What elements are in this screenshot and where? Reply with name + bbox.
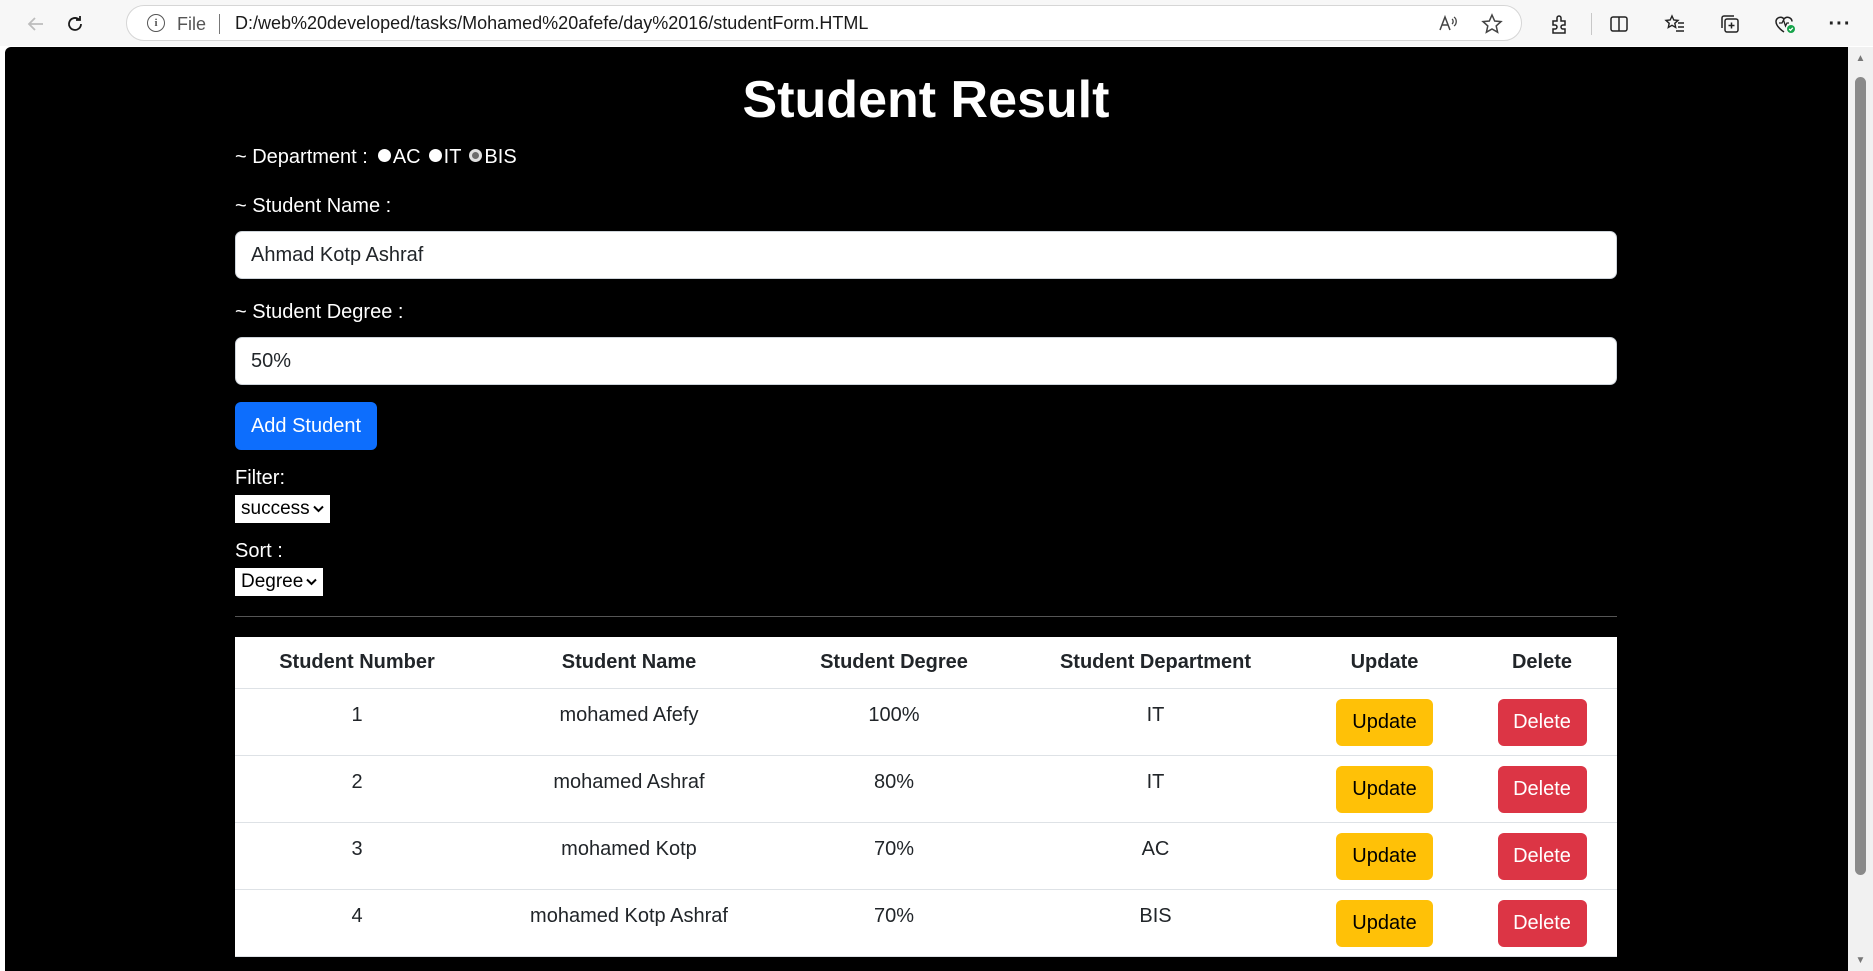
section-divider — [235, 616, 1617, 617]
update-button[interactable]: Update — [1336, 833, 1433, 880]
favorites-icon[interactable] — [1658, 7, 1692, 41]
delete-button[interactable]: Delete — [1497, 900, 1587, 947]
cell-department: AC — [1009, 822, 1302, 890]
cell-number: 2 — [235, 755, 479, 823]
star-icon[interactable] — [1479, 11, 1505, 37]
table-header-row: Student Number Student Name Student Degr… — [235, 637, 1617, 689]
scrollbar-thumb[interactable] — [1855, 77, 1866, 875]
radio-ac[interactable] — [377, 148, 391, 162]
cell-number: 4 — [235, 889, 479, 957]
cell-delete: Delete — [1467, 688, 1617, 756]
header-student-number: Student Number — [235, 637, 479, 689]
cell-department: IT — [1009, 688, 1302, 756]
cell-number: 3 — [235, 822, 479, 890]
header-update: Update — [1302, 637, 1467, 689]
header-student-name: Student Name — [479, 637, 779, 689]
extensions-icon[interactable] — [1543, 7, 1577, 41]
cell-name: mohamed Afefy — [479, 688, 779, 756]
radio-bis[interactable] — [469, 148, 483, 162]
page-title: Student Result — [742, 71, 1110, 129]
chevron-down-icon — [306, 568, 318, 596]
add-student-button[interactable]: Add Student — [235, 402, 377, 450]
collections-icon[interactable] — [1713, 7, 1747, 41]
cell-update: Update — [1302, 755, 1467, 823]
table-row: 1 mohamed Afefy 100% IT Update Delete — [235, 688, 1617, 756]
cell-name: mohamed Kotp — [479, 822, 779, 890]
cell-delete: Delete — [1467, 889, 1617, 957]
students-table: Student Number Student Name Student Degr… — [235, 637, 1617, 957]
scroll-down-arrow-icon[interactable]: ▼ — [1848, 951, 1873, 969]
cell-degree: 100% — [779, 688, 1009, 756]
update-button[interactable]: Update — [1336, 766, 1433, 813]
sort-select-value: Degree — [241, 571, 304, 592]
update-button[interactable]: Update — [1336, 699, 1433, 746]
cell-update: Update — [1302, 889, 1467, 957]
filter-select[interactable]: success — [235, 495, 330, 523]
header-student-degree: Student Degree — [779, 637, 1009, 689]
table-row: 3 mohamed Kotp 70% AC Update Delete — [235, 822, 1617, 890]
delete-button[interactable]: Delete — [1497, 833, 1587, 880]
cell-department: IT — [1009, 755, 1302, 823]
cell-delete: Delete — [1467, 755, 1617, 823]
back-arrow-icon[interactable] — [20, 8, 52, 40]
radio-bis-label: BIS — [484, 146, 517, 168]
scroll-up-arrow-icon[interactable]: ▲ — [1848, 49, 1873, 67]
cell-department: BIS — [1009, 889, 1302, 957]
file-scheme-label: File — [177, 14, 207, 34]
browser-essentials-icon[interactable] — [1768, 7, 1802, 41]
read-aloud-icon[interactable] — [1435, 11, 1461, 37]
cell-delete: Delete — [1467, 822, 1617, 890]
cell-update: Update — [1302, 688, 1467, 756]
student-name-input[interactable]: Ahmad Kotp Ashraf — [235, 231, 1617, 279]
header-student-department: Student Department — [1009, 637, 1302, 689]
cell-name: mohamed Ashraf — [479, 755, 779, 823]
student-name-label: ~ Student Name : — [235, 195, 392, 217]
address-separator — [219, 14, 220, 34]
page-viewport: Student Result ~ Department : AC IT BIS … — [5, 47, 1848, 971]
browser-toolbar: i File D:/web%20developed/tasks/Mohamed%… — [0, 0, 1873, 46]
more-icon[interactable]: ··· — [1823, 7, 1857, 41]
split-screen-icon[interactable] — [1602, 7, 1636, 41]
cell-update: Update — [1302, 822, 1467, 890]
header-delete: Delete — [1467, 637, 1617, 689]
student-degree-input[interactable]: 50% — [235, 337, 1617, 385]
table-row: 4 mohamed Kotp Ashraf 70% BIS Update Del… — [235, 889, 1617, 957]
department-radio-group: ~ Department : AC IT BIS — [235, 145, 525, 169]
cell-degree: 80% — [779, 755, 1009, 823]
radio-it-label: IT — [443, 146, 462, 168]
student-degree-label: ~ Student Degree : — [235, 301, 404, 323]
sort-label: Sort : — [235, 540, 283, 562]
radio-it[interactable] — [428, 148, 442, 162]
delete-button[interactable]: Delete — [1497, 699, 1587, 746]
toolbar-separator — [1591, 13, 1592, 35]
department-label: ~ Department : — [235, 146, 368, 168]
cell-name: mohamed Kotp Ashraf — [479, 889, 779, 957]
address-bar[interactable]: i File D:/web%20developed/tasks/Mohamed%… — [126, 5, 1522, 41]
table-row: 2 mohamed Ashraf 80% IT Update Delete — [235, 755, 1617, 823]
url-text[interactable]: D:/web%20developed/tasks/Mohamed%20afefe… — [235, 13, 868, 34]
cell-number: 1 — [235, 688, 479, 756]
refresh-icon[interactable] — [59, 8, 91, 40]
radio-ac-label: AC — [392, 146, 421, 168]
delete-button[interactable]: Delete — [1497, 766, 1587, 813]
cell-degree: 70% — [779, 822, 1009, 890]
update-button[interactable]: Update — [1336, 900, 1433, 947]
info-icon[interactable]: i — [147, 14, 165, 32]
sort-select[interactable]: Degree — [235, 568, 324, 596]
cell-degree: 70% — [779, 889, 1009, 957]
chevron-down-icon — [312, 495, 324, 523]
filter-select-value: success — [241, 498, 310, 519]
filter-label: Filter: — [235, 467, 285, 489]
vertical-scrollbar[interactable]: ▲ ▼ — [1848, 47, 1873, 971]
